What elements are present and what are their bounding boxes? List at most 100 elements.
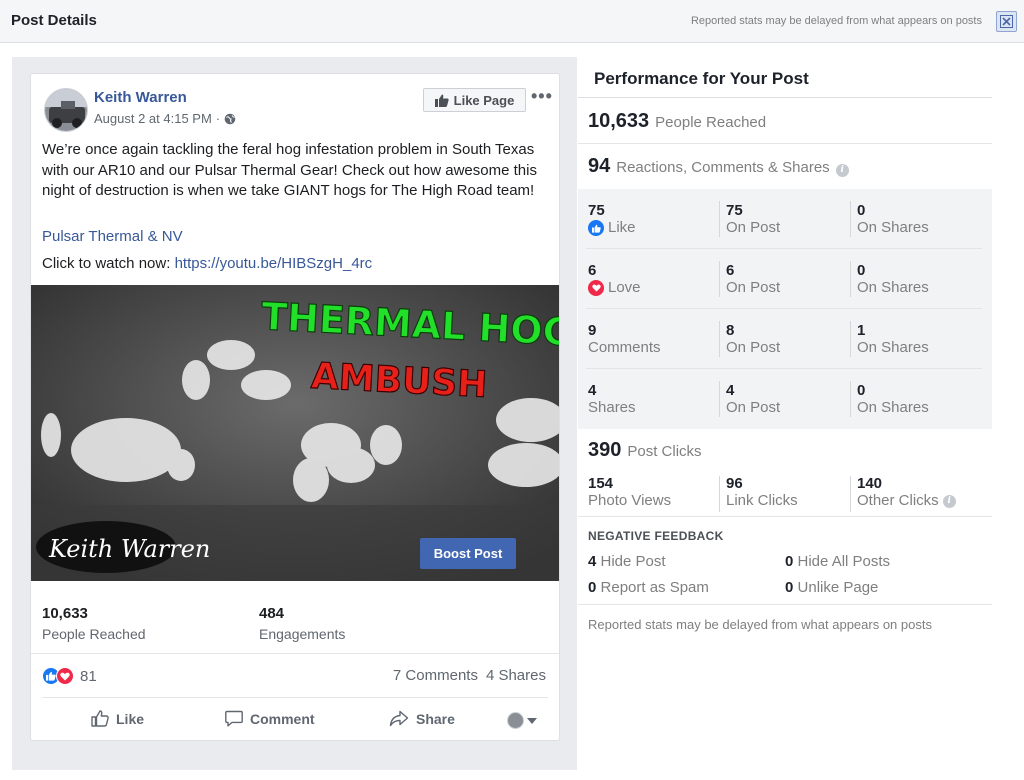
like-total: 75 bbox=[588, 202, 605, 219]
post-as-selector[interactable] bbox=[507, 712, 537, 729]
engagement-stat: 94 Reactions, Comments & Shares i bbox=[588, 155, 849, 178]
video-thumbnail[interactable]: Keith Warren THERMAL HOG AMBUSH bbox=[31, 285, 559, 581]
comments-total-label: Comments bbox=[588, 339, 661, 356]
shares-count[interactable]: 4 Shares bbox=[486, 667, 546, 684]
shares-on-shares: 0 bbox=[857, 382, 866, 399]
like-on-post-label: On Post bbox=[726, 219, 781, 236]
column-divider bbox=[850, 201, 851, 237]
page-avatar-small bbox=[507, 712, 524, 729]
post-card: Keith Warren August 2 at 4:15 PM · Like … bbox=[30, 73, 560, 741]
post-body-text: We’re once again tackling the feral hog … bbox=[42, 141, 537, 199]
author-name[interactable]: Keith Warren bbox=[94, 89, 187, 106]
author-avatar[interactable] bbox=[44, 88, 88, 132]
post-engagements-value: 484 bbox=[259, 605, 285, 622]
shares-total: 4 bbox=[588, 382, 597, 399]
report-spam-stat: 0 Report as Spam bbox=[588, 579, 709, 596]
header-delay-note: Reported stats may be delayed from what … bbox=[690, 15, 982, 27]
cta-text: Click to watch now: bbox=[42, 255, 171, 272]
shares-on-shares-label: On Shares bbox=[857, 399, 929, 416]
info-icon[interactable]: i bbox=[942, 494, 956, 508]
divider bbox=[42, 697, 548, 698]
reactions-summary[interactable]: 81 bbox=[42, 667, 97, 685]
like-on-post: 75 bbox=[726, 202, 743, 219]
photo-views-stat: 154 Photo Views bbox=[588, 476, 671, 510]
thumbs-up-icon bbox=[434, 94, 449, 107]
love-total-label: Love bbox=[608, 279, 641, 296]
like-page-button[interactable]: Like Page bbox=[423, 88, 526, 112]
share-arrow-icon bbox=[389, 710, 409, 727]
post-date[interactable]: August 2 at 4:15 PM bbox=[94, 111, 212, 126]
hide-post-label: Hide Post bbox=[600, 553, 666, 570]
engagement-value: 94 bbox=[588, 155, 611, 177]
other-clicks-stat: 140 Other Clicks i bbox=[857, 476, 956, 510]
link-clicks-label: Link Clicks bbox=[726, 492, 798, 509]
reactions-count: 81 bbox=[80, 667, 97, 685]
post-cta: Click to watch now: https://youtu.be/HIB… bbox=[42, 255, 372, 272]
unlike-page-stat: 0 Unlike Page bbox=[785, 579, 878, 596]
video-signature: Keith Warren bbox=[48, 535, 210, 563]
like-total-label: Like bbox=[608, 219, 636, 236]
more-options-button[interactable]: ••• bbox=[531, 86, 553, 107]
comments-shares-summary: 7 Comments 4 Shares bbox=[393, 667, 546, 684]
post-engagements-label: Engagements bbox=[259, 626, 346, 642]
column-divider bbox=[719, 201, 720, 237]
post-reached-value: 10,633 bbox=[42, 605, 88, 622]
close-icon bbox=[1000, 15, 1013, 28]
like-page-label: Like Page bbox=[453, 92, 515, 108]
like-on-shares: 0 bbox=[857, 202, 866, 219]
unlike-page-value: 0 bbox=[785, 579, 794, 596]
comments-count[interactable]: 7 Comments bbox=[393, 667, 478, 684]
love-on-shares-label: On Shares bbox=[857, 279, 929, 296]
share-action-button[interactable]: Share bbox=[389, 710, 455, 727]
share-action-label: Share bbox=[416, 710, 455, 727]
hide-all-value: 0 bbox=[785, 553, 794, 570]
meta-separator: · bbox=[215, 111, 221, 126]
photo-views-value: 154 bbox=[588, 475, 614, 492]
like-action-label: Like bbox=[116, 710, 145, 727]
hide-all-label: Hide All Posts bbox=[797, 553, 891, 570]
post-clicks-value: 390 bbox=[588, 439, 622, 461]
video-link[interactable]: https://youtu.be/HIBSzgH_4rc bbox=[175, 255, 373, 272]
column-divider bbox=[719, 321, 720, 357]
tagged-page-link[interactable]: Pulsar Thermal & NV bbox=[42, 228, 183, 245]
people-reached-label: People Reached bbox=[655, 114, 767, 131]
column-divider bbox=[719, 381, 720, 417]
boost-post-button[interactable]: Boost Post bbox=[420, 538, 516, 569]
divider bbox=[578, 604, 992, 605]
column-divider bbox=[850, 261, 851, 297]
comments-total: 9 bbox=[588, 322, 597, 339]
unlike-page-label: Unlike Page bbox=[797, 579, 879, 596]
performance-title: Performance for Your Post bbox=[594, 69, 809, 88]
dialog-title: Post Details bbox=[11, 12, 97, 29]
divider bbox=[31, 653, 559, 654]
negative-feedback-title: NEGATIVE FEEDBACK bbox=[588, 529, 724, 543]
link-clicks-stat: 96 Link Clicks bbox=[726, 476, 798, 510]
globe-icon bbox=[224, 113, 236, 124]
engagement-label: Reactions, Comments & Shares bbox=[616, 159, 830, 176]
comment-icon bbox=[225, 710, 243, 727]
engagement-breakdown-table: 75 Like 75 On Post 0 On Shares 6 Love 6 … bbox=[578, 189, 992, 429]
comments-on-shares-label: On Shares bbox=[857, 339, 929, 356]
like-reaction-icon bbox=[588, 220, 604, 236]
hide-all-stat: 0 Hide All Posts bbox=[785, 553, 890, 570]
caret-down-icon bbox=[527, 717, 537, 724]
post-reached-label: People Reached bbox=[42, 626, 146, 642]
comments-on-shares: 1 bbox=[857, 322, 866, 339]
shares-total-label: Shares bbox=[588, 399, 636, 416]
post-clicks-stat: 390 Post Clicks bbox=[588, 439, 702, 462]
report-spam-label: Report as Spam bbox=[600, 579, 709, 596]
comments-on-post-label: On Post bbox=[726, 339, 781, 356]
like-on-shares-label: On Shares bbox=[857, 219, 929, 236]
divider bbox=[578, 143, 992, 144]
hide-post-value: 4 bbox=[588, 553, 597, 570]
info-icon[interactable]: i bbox=[835, 163, 849, 177]
love-reaction-icon bbox=[588, 280, 604, 296]
like-action-button[interactable]: Like bbox=[91, 710, 144, 727]
love-on-shares: 0 bbox=[857, 262, 866, 279]
close-button[interactable] bbox=[996, 11, 1017, 32]
comment-action-button[interactable]: Comment bbox=[225, 710, 315, 727]
post-clicks-label: Post Clicks bbox=[627, 443, 702, 460]
column-divider bbox=[850, 476, 851, 512]
people-reached-value: 10,633 bbox=[588, 110, 650, 132]
link-clicks-value: 96 bbox=[726, 475, 743, 492]
